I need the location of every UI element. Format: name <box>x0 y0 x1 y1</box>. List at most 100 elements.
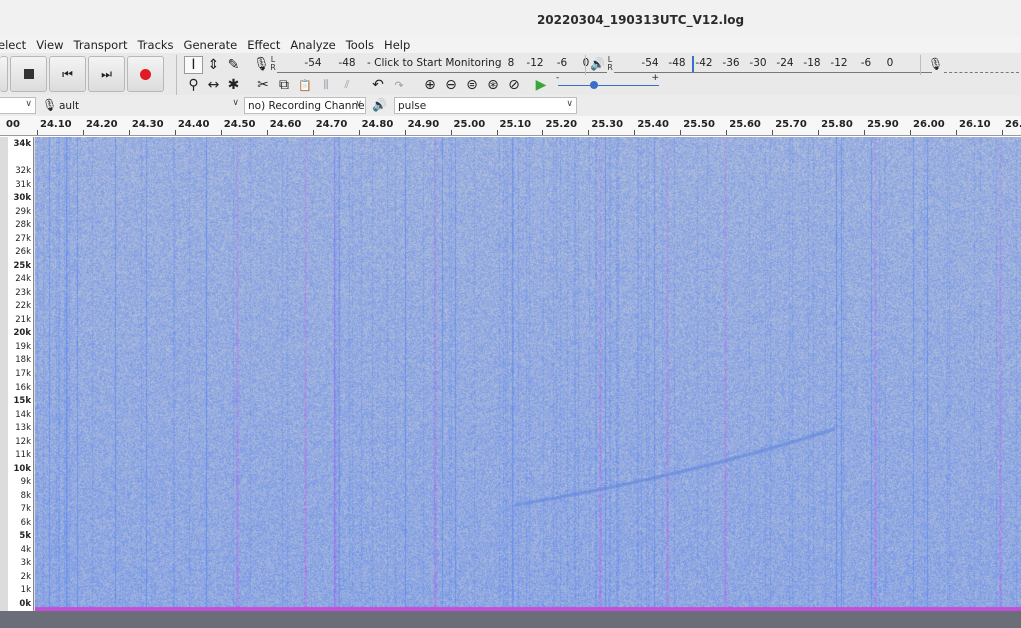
zoom-tool[interactable]: ⚲ <box>184 76 203 94</box>
menu-bar: elect View Transport Tracks Generate Effect An… <box>0 36 1021 53</box>
fit-selection-button[interactable]: ⊜ <box>462 76 482 94</box>
stop-icon <box>23 69 34 79</box>
audio-host-select[interactable]: ∨ <box>0 97 36 114</box>
frequency-label: 0k <box>19 599 31 609</box>
ruler-label: 26.10 <box>959 119 991 130</box>
audio-track[interactable]: 34k 32k 31k 30k 29k 28k 27k 26k 25k 24k 23k 22k 21k 2… <box>0 137 1021 611</box>
ruler-tick <box>680 130 682 135</box>
recording-device-select[interactable]: ault ∨ <box>56 97 242 114</box>
frequency-scale[interactable]: 34k 32k 31k 30k 29k 28k 27k 26k 25k 24k 23k 22k 21k 2… <box>8 137 34 611</box>
menu-item-analyze[interactable]: Analyze <box>290 38 335 52</box>
click-to-monitor-label[interactable]: - Click to Start Monitoring <box>367 57 502 69</box>
playback-meter-tick: -6 <box>860 57 872 69</box>
menu-item-elect[interactable]: elect <box>0 38 26 52</box>
record-button[interactable] <box>127 56 164 92</box>
frequency-label: 3k <box>20 558 31 569</box>
ruler-tick <box>726 130 728 135</box>
window-title: 20220304_190313UTC_V12.log <box>536 13 745 27</box>
recording-device-value: ault <box>59 99 80 112</box>
menu-item-generate[interactable]: Generate <box>184 38 238 52</box>
frequency-label: 8k <box>20 490 31 501</box>
playback-meter[interactable]: 🔊 L R -54 -48 -42 -36 -30 -24 -18 -12 -6 0 <box>590 55 932 73</box>
device-toolbar: ∨ 🎙 ault ∨ no) Recording Channel ∨ 🔊 pul… <box>0 95 1021 116</box>
ruler-label: 25.50 <box>683 119 715 130</box>
scissors-icon: ✂ <box>257 77 269 93</box>
playback-device-select[interactable]: pulse ∨ <box>394 97 577 114</box>
frequency-label: 5k <box>19 531 31 542</box>
envelope-icon: ⇕ <box>207 57 220 73</box>
ruler-label: 24.80 <box>361 119 394 130</box>
toolbar-separator <box>176 55 177 95</box>
speed-plus-label: + <box>651 73 659 83</box>
trim-button[interactable]: ⫼ <box>316 76 336 94</box>
record-meter-tick: -6 <box>556 57 568 69</box>
frequency-label: 12k <box>15 436 31 447</box>
record-meter-tick: -48 <box>338 57 356 69</box>
multi-tool[interactable]: ✱ <box>224 76 243 94</box>
ruler-label: 26.1 <box>1004 119 1021 130</box>
play-speed-slider[interactable]: - + <box>556 73 661 94</box>
stop-button[interactable] <box>10 56 47 92</box>
chevron-down-icon: ∨ <box>355 99 362 109</box>
skip-to-end-button[interactable]: ⏭ <box>88 56 125 92</box>
frequency-label: 15k <box>13 396 31 407</box>
menu-item-effect[interactable]: Effect <box>247 38 280 52</box>
speed-slider-thumb[interactable] <box>590 81 598 89</box>
menu-item-transport[interactable]: Transport <box>73 38 127 52</box>
menu-item-tracks[interactable]: Tracks <box>137 38 173 52</box>
frequency-label: 24k <box>15 274 31 285</box>
title-bar: 20220304_190313UTC_V12.log <box>0 0 1021 38</box>
playback-meter-level <box>692 56 694 72</box>
record-meter-lr: L R <box>270 55 276 72</box>
record-meter-scale[interactable]: -54 -48 - Click to Start Monitoring 8 -12 -6 0 <box>277 55 607 73</box>
timeline-ruler[interactable]: 00 24.10 24.20 24.30 24.40 24.50 24.60 24.70 24.… <box>0 116 1021 136</box>
frequency-label: 17k <box>15 369 31 379</box>
redo-button[interactable]: ↷ <box>389 76 409 94</box>
cut-button[interactable]: ✂ <box>253 76 273 94</box>
ruler-tick <box>404 130 406 135</box>
record-meter-tick: 8 <box>507 57 515 69</box>
playback-meter-scale[interactable]: -54 -48 -42 -36 -30 -24 -18 -12 -6 0 <box>614 55 932 73</box>
frequency-label: 11k <box>15 450 31 461</box>
playback-meter-tick: -48 <box>668 57 686 69</box>
copy-button[interactable]: ⧉ <box>274 76 294 94</box>
chevron-down-icon: ∨ <box>566 99 573 109</box>
menu-item-help[interactable]: Help <box>384 38 410 52</box>
paste-button[interactable]: 📋 <box>295 76 315 94</box>
ruler-tick <box>128 130 130 135</box>
zoom-out-button[interactable]: ⊖ <box>441 76 461 94</box>
spectrogram-view[interactable] <box>35 137 1021 611</box>
ruler-tick <box>450 130 452 135</box>
menu-item-view[interactable]: View <box>36 38 63 52</box>
playback-meter-tick: -12 <box>830 57 848 69</box>
undo-icon: ↶ <box>372 77 384 93</box>
speed-minus-label: - <box>556 73 560 83</box>
record-volume[interactable]: 🎙 <box>928 55 1019 73</box>
playback-meter-tick: -24 <box>776 57 794 69</box>
ruler-tick <box>174 130 176 135</box>
fit-project-button[interactable]: ⊛ <box>483 76 503 94</box>
menu-item-tools[interactable]: Tools <box>346 38 374 52</box>
frequency-label: 9k <box>20 477 31 488</box>
record-meter[interactable]: 🎙 L R -54 -48 - Click to Start Monitoring 8… <box>253 55 607 73</box>
silence-button[interactable]: ⫽ <box>337 76 357 94</box>
frequency-label: 28k <box>15 220 31 231</box>
selection-tool[interactable]: I <box>184 56 203 74</box>
draw-tool[interactable]: ✎ <box>224 56 243 74</box>
ruler-label: 00 <box>6 119 20 130</box>
toolbar-separator <box>920 55 921 75</box>
zoom-toggle-button[interactable]: ⊘ <box>504 76 524 94</box>
envelope-tool[interactable]: ⇕ <box>204 56 223 74</box>
ruler-label: 25.20 <box>545 119 578 130</box>
ruler-tick <box>37 130 38 135</box>
undo-button[interactable]: ↶ <box>368 76 388 94</box>
skip-to-start-button[interactable]: ⏮ <box>49 56 86 92</box>
record-volume-slider[interactable] <box>944 55 1019 73</box>
recording-channels-select[interactable]: no) Recording Channel ∨ <box>244 97 366 114</box>
record-meter-tick: -12 <box>526 57 544 69</box>
zoom-in-button[interactable]: ⊕ <box>420 76 440 94</box>
pause-button[interactable] <box>0 56 8 92</box>
play-at-speed-button[interactable]: ▶ <box>531 76 551 94</box>
frequency-label: 23k <box>15 287 31 298</box>
timeshift-tool[interactable]: ↔ <box>204 76 223 94</box>
